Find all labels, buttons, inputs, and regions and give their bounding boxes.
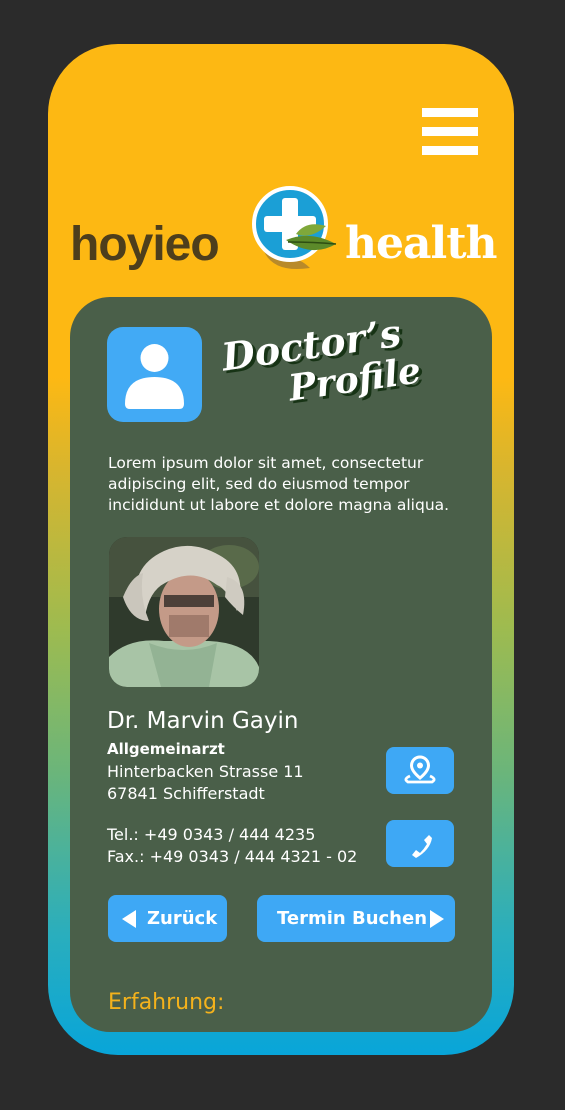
doctor-profile-card: Doctor’s Profile Lorem ipsum dolor sit a… xyxy=(70,297,492,1032)
book-button-label: Termin Buchen xyxy=(277,908,428,929)
address-street: Hinterbacken Strasse 11 xyxy=(107,762,304,781)
logo-text-health: health xyxy=(345,218,498,269)
triangle-left-icon xyxy=(122,910,136,928)
phone-frame: hoyieo health Doctor’s Profile Lorem ips… xyxy=(48,44,514,1055)
brand-logo[interactable]: hoyieo health xyxy=(70,184,498,284)
user-icon xyxy=(125,344,184,409)
triangle-right-icon xyxy=(430,910,444,928)
address-city: 67841 Schifferstadt xyxy=(107,784,265,803)
experience-heading: Erfahrung: xyxy=(108,990,225,1015)
contact-info: Tel.: +49 0343 / 444 4235 Fax.: +49 0343… xyxy=(107,824,357,868)
phone-number: Tel.: +49 0343 / 444 4235 xyxy=(107,825,316,844)
doctor-name: Dr. Marvin Gayin xyxy=(107,708,299,734)
page-title: Doctor’s Profile xyxy=(218,297,460,428)
back-button[interactable]: Zurück xyxy=(108,895,227,942)
hamburger-menu-icon[interactable] xyxy=(422,108,478,156)
book-appointment-button[interactable]: Termin Buchen xyxy=(257,895,455,942)
phone-icon xyxy=(412,835,432,858)
location-button[interactable] xyxy=(386,747,454,794)
doctor-address: Hinterbacken Strasse 11 67841 Schifferst… xyxy=(107,761,304,805)
logo-text-hoyieo: hoyieo xyxy=(70,218,220,271)
back-button-label: Zurück xyxy=(147,908,218,929)
map-pin-icon xyxy=(404,755,436,784)
intro-text: Lorem ipsum dolor sit amet, consectetur … xyxy=(108,454,450,514)
profile-tile xyxy=(107,327,202,422)
call-button[interactable] xyxy=(386,820,454,867)
doctor-photo xyxy=(109,537,259,687)
fax-number: Fax.: +49 0343 / 444 4321 - 02 xyxy=(107,847,358,866)
medical-cross-leaf-icon xyxy=(252,186,337,270)
doctor-specialty: Allgemeinarzt xyxy=(107,740,225,758)
